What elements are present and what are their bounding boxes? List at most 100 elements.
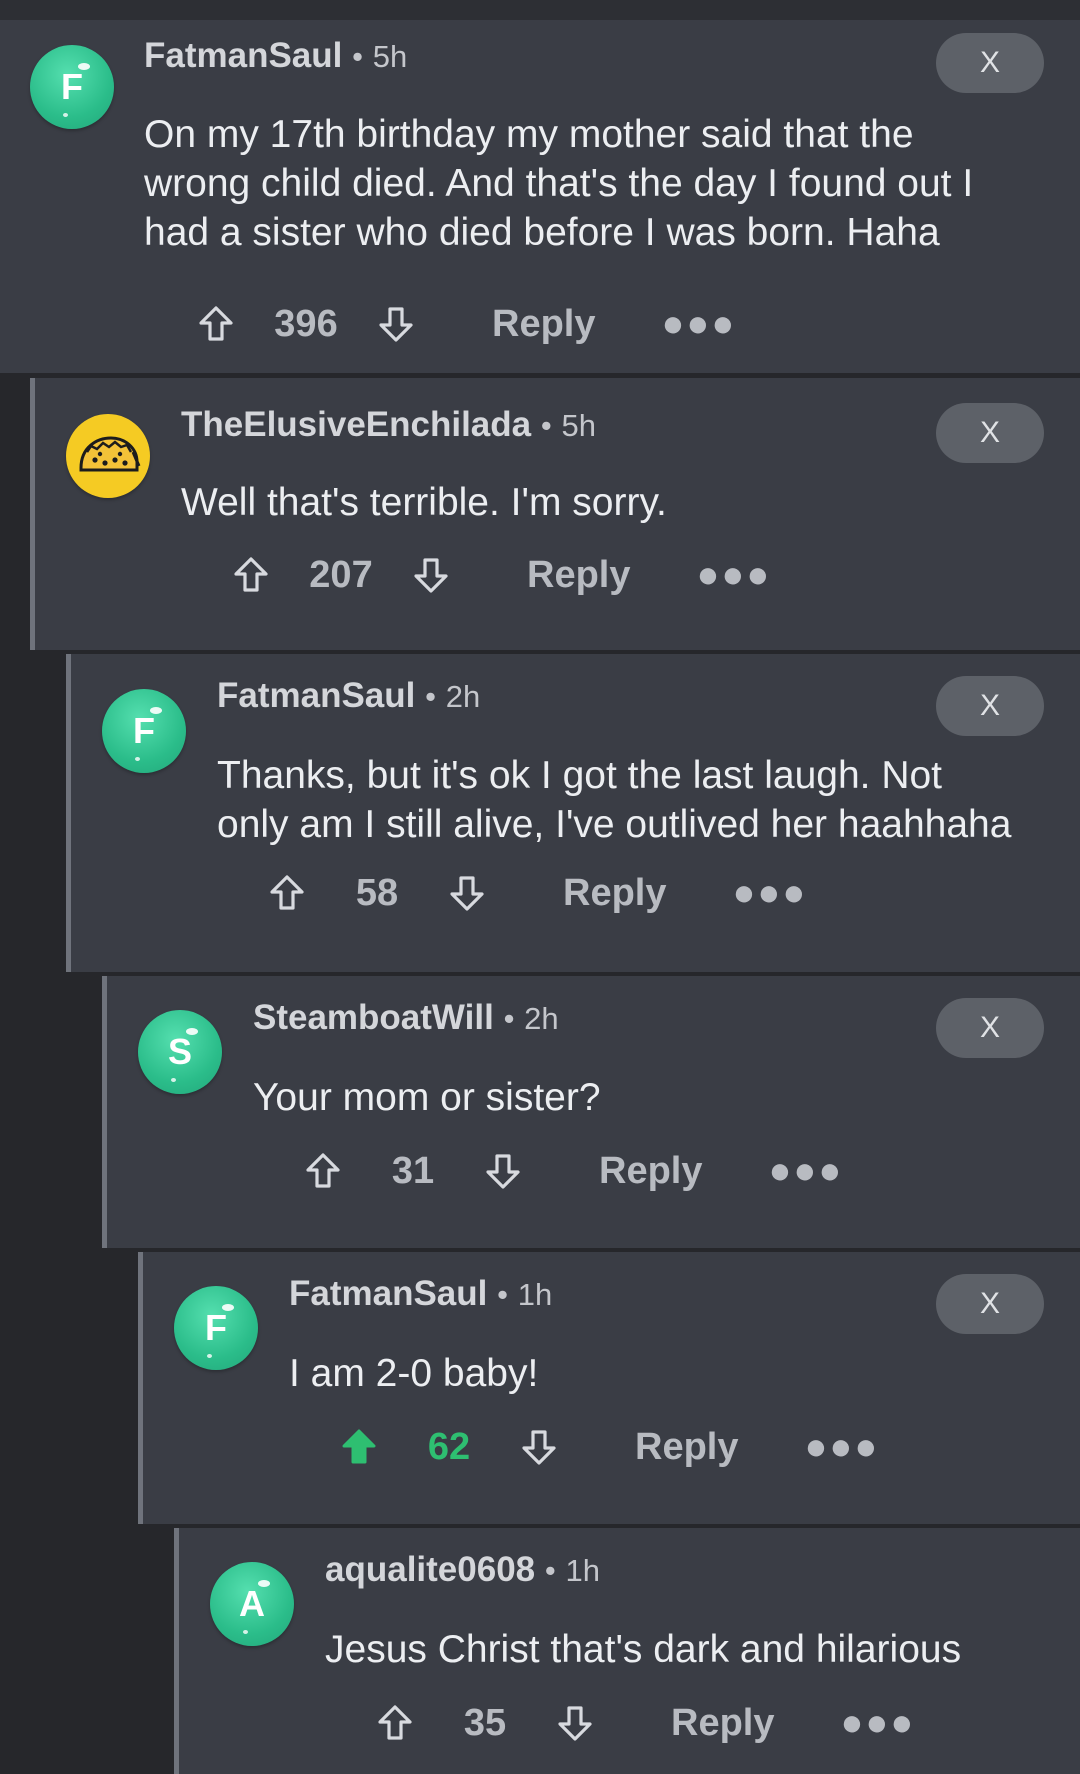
close-button[interactable]: X bbox=[936, 676, 1044, 736]
comment-header: SteamboatWill • 2h bbox=[253, 998, 559, 1038]
comment-age: 5h bbox=[561, 408, 596, 443]
reply-button[interactable]: Reply bbox=[671, 1702, 774, 1745]
comment-thread: F FatmanSaul • 5h X On my 17th birthday … bbox=[0, 20, 1080, 1774]
avatar[interactable]: A bbox=[210, 1562, 294, 1646]
vote-score: 396 bbox=[274, 302, 338, 345]
upvote-arrow-icon[interactable] bbox=[303, 1151, 343, 1191]
username[interactable]: FatmanSaul bbox=[217, 676, 415, 715]
upvote-arrow-icon[interactable] bbox=[375, 1703, 415, 1743]
reply-button[interactable]: Reply bbox=[599, 1150, 702, 1193]
comment-actions: 396 Reply ●●● bbox=[196, 294, 736, 354]
avatar-shine bbox=[258, 1580, 270, 1587]
top-bar bbox=[0, 0, 1080, 20]
upvote-arrow-icon[interactable] bbox=[267, 873, 307, 913]
vote-score: 35 bbox=[463, 1701, 507, 1744]
upvote-arrow-icon[interactable] bbox=[196, 304, 236, 344]
comment-header: FatmanSaul • 1h bbox=[289, 1274, 552, 1314]
vote-score: 207 bbox=[309, 553, 373, 596]
avatar-dot bbox=[243, 1630, 248, 1634]
comment-age: 1h bbox=[565, 1553, 600, 1588]
comment-body: I am 2-0 baby! bbox=[289, 1352, 539, 1395]
close-button[interactable]: X bbox=[936, 33, 1044, 93]
avatar-letter: S bbox=[167, 1031, 192, 1072]
avatar-letter: A bbox=[239, 1583, 265, 1624]
comment-body: On my 17th birthday my mother said that … bbox=[144, 113, 974, 254]
comment-body: Well that's terrible. I'm sorry. bbox=[181, 481, 667, 524]
avatar-shine bbox=[150, 707, 162, 714]
downvote-arrow-icon[interactable] bbox=[483, 1151, 523, 1191]
reply-button[interactable]: Reply bbox=[527, 554, 630, 597]
comment-actions: 35 Reply ●●● bbox=[375, 1693, 915, 1753]
comment-fatmansaul-1: F FatmanSaul • 5h X On my 17th birthday … bbox=[0, 20, 1080, 373]
upvote-arrow-icon[interactable] bbox=[339, 1427, 379, 1467]
more-options-icon[interactable]: ●●● bbox=[804, 1426, 879, 1469]
separator-dot: • bbox=[540, 408, 552, 443]
avatar[interactable] bbox=[66, 414, 150, 498]
close-button[interactable]: X bbox=[936, 403, 1044, 463]
avatar-shine bbox=[186, 1028, 198, 1035]
comment-age: 1h bbox=[517, 1277, 553, 1312]
vote-score: 31 bbox=[391, 1149, 435, 1192]
close-label: X bbox=[979, 1287, 1000, 1320]
comment-actions: 58 Reply ●●● bbox=[267, 863, 807, 923]
downvote-arrow-icon[interactable] bbox=[519, 1427, 559, 1467]
avatar-shine bbox=[222, 1304, 234, 1311]
comment-body: Thanks, but it's ok I got the last laugh… bbox=[217, 754, 1012, 846]
comment-age: 5h bbox=[372, 39, 408, 74]
close-label: X bbox=[979, 1011, 1000, 1044]
reply-button[interactable]: Reply bbox=[563, 872, 666, 915]
avatar-dot bbox=[63, 113, 68, 117]
more-options-icon[interactable]: ●●● bbox=[732, 872, 807, 915]
username[interactable]: aqualite0608 bbox=[325, 1550, 535, 1589]
more-options-icon[interactable]: ●●● bbox=[696, 554, 771, 597]
comment-fatmansaul-2: F FatmanSaul • 2h X Thanks, but it's ok … bbox=[66, 654, 1080, 972]
avatar[interactable]: F bbox=[174, 1286, 258, 1370]
username[interactable]: SteamboatWill bbox=[253, 998, 494, 1037]
avatar-dot bbox=[207, 1354, 212, 1358]
downvote-arrow-icon[interactable] bbox=[555, 1703, 595, 1743]
comment-header: TheElusiveEnchilada • 5h bbox=[181, 405, 596, 445]
separator-dot: • bbox=[425, 679, 436, 714]
avatar-dot bbox=[171, 1078, 176, 1082]
more-options-icon[interactable]: ●●● bbox=[661, 303, 736, 346]
close-button[interactable]: X bbox=[936, 1274, 1044, 1334]
vote-score: 62 bbox=[427, 1425, 471, 1468]
separator-dot: • bbox=[544, 1553, 556, 1588]
comment-fatmansaul-3: F FatmanSaul • 1h X I am 2-0 baby! 62 Re… bbox=[138, 1252, 1080, 1524]
avatar-dot bbox=[135, 757, 140, 761]
avatar-letter: F bbox=[133, 710, 155, 751]
separator-dot: • bbox=[497, 1277, 508, 1312]
separator-dot: • bbox=[503, 1001, 515, 1036]
comment-header: FatmanSaul • 2h bbox=[217, 676, 480, 716]
comment-body: Your mom or sister? bbox=[253, 1076, 601, 1119]
comment-theelusiveenchilada: TheElusiveEnchilada • 5h X Well that's t… bbox=[30, 378, 1080, 650]
comment-header: aqualite0608 • 1h bbox=[325, 1550, 600, 1590]
username[interactable]: FatmanSaul bbox=[289, 1274, 487, 1313]
downvote-arrow-icon[interactable] bbox=[376, 304, 416, 344]
comment-actions: 62 Reply ●●● bbox=[339, 1417, 879, 1477]
more-options-icon[interactable]: ●●● bbox=[840, 1702, 915, 1745]
avatar-letter: F bbox=[205, 1307, 227, 1348]
upvote-arrow-icon[interactable] bbox=[231, 555, 271, 595]
comment-steamboatwill: S SteamboatWill • 2h X Your mom or siste… bbox=[102, 976, 1080, 1248]
avatar[interactable]: S bbox=[138, 1010, 222, 1094]
username[interactable]: FatmanSaul bbox=[144, 36, 342, 75]
downvote-arrow-icon[interactable] bbox=[411, 555, 451, 595]
username[interactable]: TheElusiveEnchilada bbox=[181, 405, 531, 444]
comment-aqualite0608: A aqualite0608 • 1h Jesus Christ that's … bbox=[174, 1528, 1080, 1774]
avatar-letter: F bbox=[61, 66, 83, 107]
vote-score: 58 bbox=[355, 871, 399, 914]
close-label: X bbox=[979, 46, 1000, 79]
comment-body: Jesus Christ that's dark and hilarious bbox=[325, 1628, 962, 1671]
close-button[interactable]: X bbox=[936, 998, 1044, 1058]
avatar[interactable]: F bbox=[30, 45, 114, 129]
taco-icon bbox=[79, 436, 141, 472]
more-options-icon[interactable]: ●●● bbox=[768, 1150, 843, 1193]
downvote-arrow-icon[interactable] bbox=[447, 873, 487, 913]
comment-age: 2h bbox=[524, 1001, 559, 1036]
avatar[interactable]: F bbox=[102, 689, 186, 773]
comment-actions: 31 Reply ●●● bbox=[303, 1141, 843, 1201]
reply-button[interactable]: Reply bbox=[635, 1426, 738, 1469]
close-label: X bbox=[979, 416, 1000, 449]
reply-button[interactable]: Reply bbox=[492, 303, 595, 346]
